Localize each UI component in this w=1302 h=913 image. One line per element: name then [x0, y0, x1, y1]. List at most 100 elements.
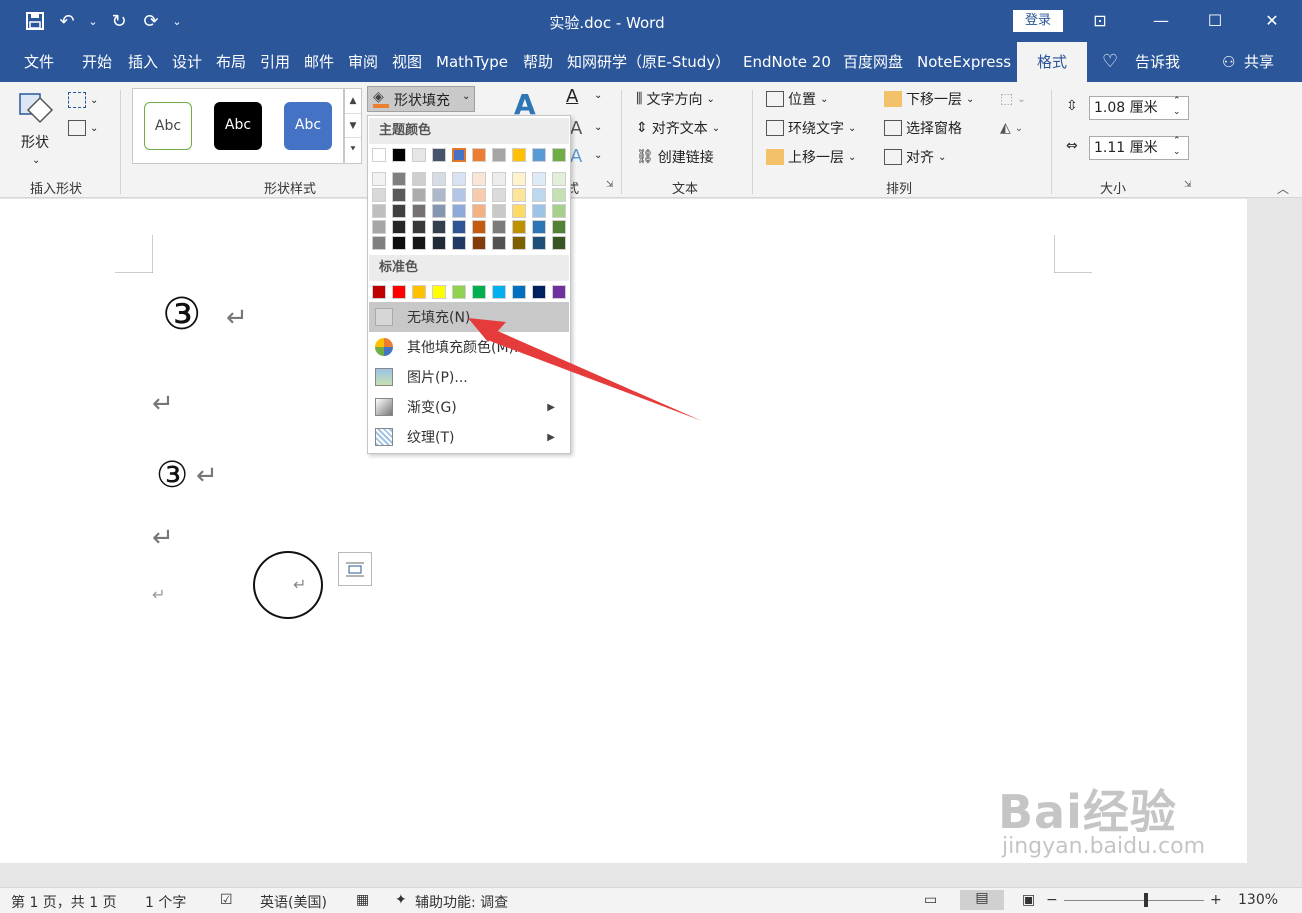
edit-shape-icon[interactable]: ⌄ [68, 88, 98, 112]
tab-noteexpress[interactable]: NoteExpress [917, 42, 1011, 82]
rotate-icon[interactable]: ◭ ⌄ [1000, 116, 1023, 140]
standard-color-swatch[interactable] [432, 285, 446, 299]
theme-shade-swatch[interactable] [412, 220, 426, 234]
standard-color-swatch[interactable] [552, 285, 566, 299]
theme-shade-swatch[interactable] [372, 236, 386, 250]
standard-color-swatch[interactable] [392, 285, 406, 299]
tab-home[interactable]: 开始 [82, 42, 112, 82]
theme-color-swatch[interactable] [492, 148, 506, 162]
theme-color-swatch[interactable] [432, 148, 446, 162]
vertical-scrollbar[interactable] [1264, 199, 1302, 887]
no-fill-item[interactable]: 无填充(N) [369, 302, 569, 332]
login-button[interactable]: 登录 [1013, 10, 1063, 32]
theme-shade-swatch[interactable] [472, 204, 486, 218]
theme-shade-swatch[interactable] [372, 204, 386, 218]
theme-shade-swatch[interactable] [512, 204, 526, 218]
zoom-in-button[interactable]: + [1210, 892, 1222, 908]
standard-color-swatch[interactable] [472, 285, 486, 299]
texture-fill-item[interactable]: 纹理(T) ▶ [369, 422, 569, 452]
zoom-slider[interactable] [1064, 900, 1204, 901]
standard-color-swatch[interactable] [532, 285, 546, 299]
theme-shade-swatch[interactable] [492, 220, 506, 234]
theme-shade-swatch[interactable] [472, 188, 486, 202]
theme-shade-swatch[interactable] [392, 236, 406, 250]
layout-options-button[interactable] [338, 552, 372, 586]
tab-cnki[interactable]: 知网研学（原E-Study） [567, 42, 730, 82]
theme-shade-swatch[interactable] [452, 236, 466, 250]
gallery-scroll[interactable]: ▲ ▼ ⯆ [344, 88, 362, 164]
theme-shade-swatch[interactable] [552, 188, 566, 202]
shapes-dropdown-icon[interactable]: ⌄ [32, 148, 40, 172]
shape-fill-button[interactable]: ◈ 形状填充 ⌄ [367, 86, 475, 112]
selected-circle-shape[interactable]: ↵ [253, 551, 323, 619]
document-page[interactable]: ③ ↵ ↵ ③ ↵ ↵ ↵ ↵ [0, 199, 1247, 863]
tab-help[interactable]: 帮助 [523, 42, 553, 82]
text-fill-icon[interactable]: A [566, 86, 578, 107]
wrap-text-button[interactable]: 环绕文字 ⌄ [766, 116, 856, 140]
theme-shade-swatch[interactable] [432, 204, 446, 218]
collapse-ribbon-icon[interactable]: ︿ [1277, 180, 1289, 197]
language[interactable]: 英语(美国) [260, 892, 327, 912]
style-abc-1[interactable]: Abc [144, 102, 192, 150]
minimize-icon[interactable]: — [1146, 6, 1176, 36]
theme-shade-swatch[interactable] [472, 172, 486, 186]
standard-color-swatch[interactable] [492, 285, 506, 299]
accessibility-status[interactable]: 辅助功能: 调查 [415, 892, 508, 912]
text-direction-button[interactable]: ⫼ 文字方向 ⌄ [636, 87, 715, 111]
tab-design[interactable]: 设计 [172, 42, 202, 82]
zoom-thumb[interactable] [1144, 893, 1148, 907]
tab-view[interactable]: 视图 [392, 42, 422, 82]
read-mode-icon[interactable]: ▭ [924, 892, 937, 908]
web-layout-icon[interactable]: ▣ [1022, 892, 1035, 908]
zoom-level[interactable]: 130% [1238, 892, 1278, 908]
theme-color-swatch[interactable] [512, 148, 526, 162]
align-button[interactable]: 对齐 ⌄ [884, 145, 946, 169]
tab-review[interactable]: 审阅 [348, 42, 378, 82]
word-count[interactable]: 1 个字 [145, 892, 186, 912]
width-spinner[interactable]: ⌃ ⌄ [1173, 136, 1181, 158]
more-fill-colors-item[interactable]: 其他填充颜色(M)... [369, 332, 569, 362]
theme-shade-swatch[interactable] [472, 236, 486, 250]
print-layout-icon[interactable]: ▤ [960, 890, 1004, 910]
text-effects-dropdown-icon[interactable]: ⌄ [594, 150, 602, 161]
theme-shade-swatch[interactable] [512, 220, 526, 234]
selection-pane-button[interactable]: 选择窗格 [884, 116, 962, 140]
group-icon[interactable]: ⬚ ⌄ [1000, 87, 1026, 111]
theme-shade-swatch[interactable] [372, 172, 386, 186]
standard-color-swatch[interactable] [452, 285, 466, 299]
tab-references[interactable]: 引用 [260, 42, 290, 82]
theme-shade-swatch[interactable] [372, 220, 386, 234]
gradient-fill-item[interactable]: 渐变(G) ▶ [369, 392, 569, 422]
theme-shade-swatch[interactable] [492, 172, 506, 186]
text-box-icon[interactable]: ⌄ [68, 116, 98, 140]
theme-color-swatch[interactable] [452, 148, 466, 162]
text-effects-icon[interactable]: A [570, 146, 582, 167]
tab-format[interactable]: 格式 [1017, 42, 1087, 82]
theme-shade-swatch[interactable] [532, 236, 546, 250]
theme-color-swatch[interactable] [372, 148, 386, 162]
bring-forward-button[interactable]: 上移一层 ⌄ [766, 145, 856, 169]
theme-shade-swatch[interactable] [552, 220, 566, 234]
theme-shade-swatch[interactable] [392, 220, 406, 234]
accessibility-icon[interactable]: ✦ [395, 892, 407, 908]
tell-me-search[interactable]: 告诉我 [1135, 42, 1180, 82]
create-link-button[interactable]: ⛓ 创建链接 [636, 145, 714, 169]
theme-shade-swatch[interactable] [392, 204, 406, 218]
tab-endnote[interactable]: EndNote 20 [743, 42, 831, 82]
theme-color-swatch[interactable] [472, 148, 486, 162]
theme-shade-swatch[interactable] [512, 188, 526, 202]
theme-color-swatch[interactable] [552, 148, 566, 162]
theme-shade-swatch[interactable] [412, 188, 426, 202]
tab-mailings[interactable]: 邮件 [304, 42, 334, 82]
theme-shade-swatch[interactable] [452, 220, 466, 234]
theme-shade-swatch[interactable] [532, 220, 546, 234]
shapes-icon[interactable] [16, 88, 56, 128]
style-abc-2[interactable]: Abc [214, 102, 262, 150]
theme-color-swatch[interactable] [532, 148, 546, 162]
size-dialog-launcher-icon[interactable]: ⇲ [1184, 180, 1192, 190]
theme-shade-swatch[interactable] [392, 172, 406, 186]
theme-shade-swatch[interactable] [552, 236, 566, 250]
align-text-button[interactable]: ⇕ 对齐文本 ⌄ [636, 116, 720, 140]
theme-shade-swatch[interactable] [372, 188, 386, 202]
proofing-icon[interactable]: ☑ [220, 892, 233, 908]
